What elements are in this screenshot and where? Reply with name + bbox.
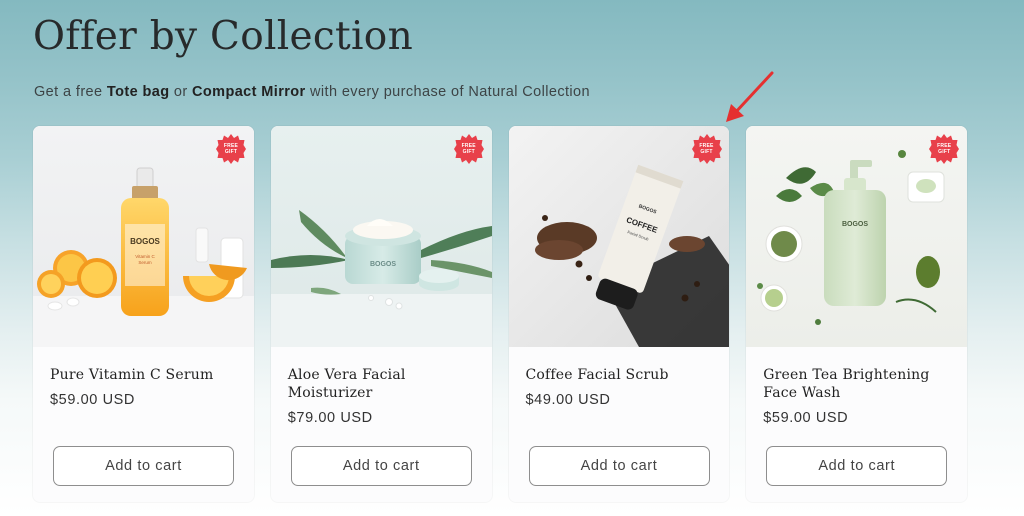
product-card[interactable]: BOGOS FREE GIFT Green Tea Brightening Fac… [746,126,967,502]
product-image-coffee-facial-scrub[interactable]: BOGOS COFFEE Facial Scrub FREE GIFT [508,126,730,347]
free-gift-badge: FREE GIFT [691,134,722,164]
product-title[interactable]: Aloe Vera Facial Moisturizer [288,366,478,402]
product-card[interactable]: BOGOS Vitamin C Serum FREE GIFT Pure Vita… [33,126,254,502]
product-title[interactable]: Coffee Facial Scrub [526,366,716,384]
svg-text:BOGOS: BOGOS [370,261,396,268]
product-price: $49.00 USD [525,392,611,408]
product-image-green-tea-face-wash[interactable]: BOGOS FREE GIFT [746,126,967,347]
svg-text:BOGOS: BOGOS [842,221,868,228]
badge-line2: GIFT [700,149,713,155]
subtitle-gift-compact-mirror: Compact Mirror [192,84,306,100]
product-title[interactable]: Green Tea Brightening Face Wash [763,366,953,402]
add-to-cart-button[interactable]: Add to cart [528,446,710,486]
product-price: $59.00 USD [763,410,849,426]
add-to-cart-button[interactable]: Add to cart [766,446,948,486]
product-price: $79.00 USD [287,410,373,426]
section-title: Offer by Collection [33,14,413,59]
free-gift-badge: FREE GIFT [453,134,484,164]
svg-text:Serum: Serum [138,260,152,265]
add-to-cart-button[interactable]: Add to cart [290,446,472,486]
badge-line2: GIFT [938,149,951,155]
product-card[interactable]: BOGOS FREE GIFT Aloe Vera Facial Moisturi… [270,126,492,502]
add-to-cart-button[interactable]: Add to cart [53,446,234,486]
product-image-aloe-vera-moisturizer[interactable]: BOGOS FREE GIFT [270,126,492,347]
badge-line2: GIFT [224,149,238,155]
free-gift-badge: FREE GIFT [929,134,960,164]
badge-line2: GIFT [462,149,475,155]
subtitle-mid: or [169,84,193,100]
free-gift-badge: FREE GIFT [216,134,246,164]
product-image-vitamin-c-serum[interactable]: BOGOS Vitamin C Serum FREE GIFT [33,126,254,347]
red-arrow-icon [726,71,774,122]
subtitle-prefix: Get a free [34,84,107,100]
product-grid: BOGOS Vitamin C Serum FREE GIFT Pure Vita… [33,126,967,502]
product-price: $59.00 USD [50,392,135,408]
product-title[interactable]: Pure Vitamin C Serum [50,366,240,384]
section-subtitle: Get a free Tote bag or Compact Mirror wi… [34,84,590,100]
svg-text:Vitamin C: Vitamin C [135,254,155,259]
svg-text:BOGOS: BOGOS [130,237,160,246]
subtitle-gift-tote-bag: Tote bag [106,84,170,100]
subtitle-suffix: with every purchase of Natural Collectio… [305,84,590,100]
product-card[interactable]: BOGOS COFFEE Facial Scrub FREE GIFT Coffe… [508,126,730,502]
